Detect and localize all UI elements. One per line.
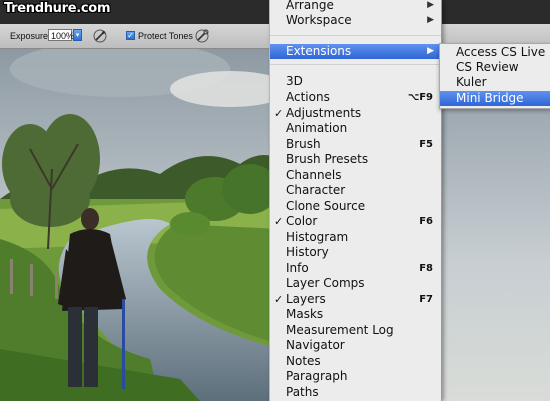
menu-separator <box>270 35 441 36</box>
menu-item-info[interactable]: Info F8 <box>270 261 441 276</box>
shortcut-label: ⌥F9 <box>407 92 433 103</box>
submenu-arrow-icon: ▶ <box>427 0 434 10</box>
menu-item-label: Histogram <box>286 230 349 244</box>
menu-item-label: Arrange <box>286 0 334 12</box>
submenu-item-cs-review[interactable]: CS Review <box>440 60 550 75</box>
exposure-input[interactable]: 100% <box>48 29 74 41</box>
watermark: Trendhure.com <box>4 1 111 16</box>
menu-item-brush-presets[interactable]: Brush Presets <box>270 152 441 167</box>
menu-item-character[interactable]: Character <box>270 183 441 198</box>
submenu-item-mini-bridge[interactable]: Mini Bridge <box>440 91 550 106</box>
menu-item-histogram[interactable]: Histogram <box>270 230 441 245</box>
menu-item-label: Layers <box>286 292 326 306</box>
protect-tones-label: Protect Tones <box>138 31 193 41</box>
menu-item-actions[interactable]: Actions ⌥F9 <box>270 90 441 105</box>
menu-item-animation[interactable]: Animation <box>270 121 441 136</box>
menu-item-label: 3D <box>286 74 303 88</box>
window-menu: Arrange ▶ Workspace ▶ Extensions ▶ 3D Ac… <box>269 0 442 401</box>
menu-item-arrange[interactable]: Arrange ▶ <box>270 0 441 13</box>
menu-item-navigator[interactable]: Navigator <box>270 338 441 353</box>
menu-item-label: Actions <box>286 90 330 104</box>
menu-item-masks[interactable]: Masks <box>270 307 441 322</box>
pressure-icon[interactable] <box>194 28 210 44</box>
menu-item-label: Animation <box>286 121 348 135</box>
menu-item-extensions[interactable]: Extensions ▶ <box>270 44 441 59</box>
menu-item-label: Brush Presets <box>286 152 369 166</box>
menu-item-adjustments[interactable]: ✓ Adjustments <box>270 106 441 121</box>
submenu-item-label: CS Review <box>456 60 519 74</box>
menu-item-label: Color <box>286 214 318 228</box>
submenu-item-label: Access CS Live <box>456 45 546 59</box>
menu-item-paragraph[interactable]: Paragraph <box>270 369 441 384</box>
menu-item-label: Layer Comps <box>286 276 365 290</box>
protect-tones-checkbox[interactable]: ✓ <box>126 31 135 40</box>
exposure-label: Exposure: <box>10 31 51 41</box>
submenu-arrow-icon: ▶ <box>427 46 434 56</box>
menu-item-label: Channels <box>286 168 342 182</box>
menu-item-paths[interactable]: Paths <box>270 385 441 400</box>
menu-item-clone-source[interactable]: Clone Source <box>270 199 441 214</box>
submenu-item-label: Kuler <box>456 75 487 89</box>
menu-item-label: History <box>286 245 329 259</box>
menu-item-label: Paragraph <box>286 369 348 383</box>
menu-item-workspace[interactable]: Workspace ▶ <box>270 13 441 28</box>
menu-item-label: Navigator <box>286 338 345 352</box>
menu-item-3d[interactable]: 3D <box>270 74 441 89</box>
submenu-item-access-cs-live[interactable]: Access CS Live <box>440 45 550 60</box>
checkmark-icon: ✓ <box>274 107 284 120</box>
submenu-item-kuler[interactable]: Kuler <box>440 75 550 90</box>
menu-item-label: Adjustments <box>286 106 362 120</box>
menu-item-color[interactable]: ✓ Color F6 <box>270 214 441 229</box>
menu-item-label: Paths <box>286 385 319 399</box>
menu-separator <box>270 64 441 65</box>
menu-item-label: Masks <box>286 307 324 321</box>
menu-item-notes[interactable]: Notes <box>270 354 441 369</box>
checkmark-icon: ✓ <box>274 293 284 306</box>
menu-item-label: Workspace <box>286 13 352 27</box>
shortcut-label: F8 <box>419 263 433 274</box>
menu-item-label: Brush <box>286 137 321 151</box>
submenu-item-label: Mini Bridge <box>456 91 524 105</box>
menu-item-layers[interactable]: ✓ Layers F7 <box>270 292 441 307</box>
menu-item-layer-comps[interactable]: Layer Comps <box>270 276 441 291</box>
menu-item-brush[interactable]: Brush F5 <box>270 137 441 152</box>
menu-item-label: Extensions <box>286 44 352 58</box>
shortcut-label: F5 <box>419 139 433 150</box>
submenu-arrow-icon: ▶ <box>427 15 434 25</box>
airbrush-icon[interactable] <box>92 28 108 44</box>
checkmark-icon: ✓ <box>274 215 284 228</box>
menu-item-history[interactable]: History <box>270 245 441 260</box>
menu-item-measurement-log[interactable]: Measurement Log <box>270 323 441 338</box>
shortcut-label: F7 <box>419 294 433 305</box>
menu-item-label: Clone Source <box>286 199 366 213</box>
menu-item-channels[interactable]: Channels <box>270 168 441 183</box>
menu-item-label: Info <box>286 261 309 275</box>
menu-item-label: Notes <box>286 354 321 368</box>
menu-item-label: Character <box>286 183 346 197</box>
extensions-submenu: Access CS Live CS Review Kuler Mini Brid… <box>439 43 550 109</box>
shortcut-label: F6 <box>419 216 433 227</box>
menu-item-label: Measurement Log <box>286 323 394 337</box>
exposure-dropdown-button[interactable]: ▾ <box>73 29 82 41</box>
